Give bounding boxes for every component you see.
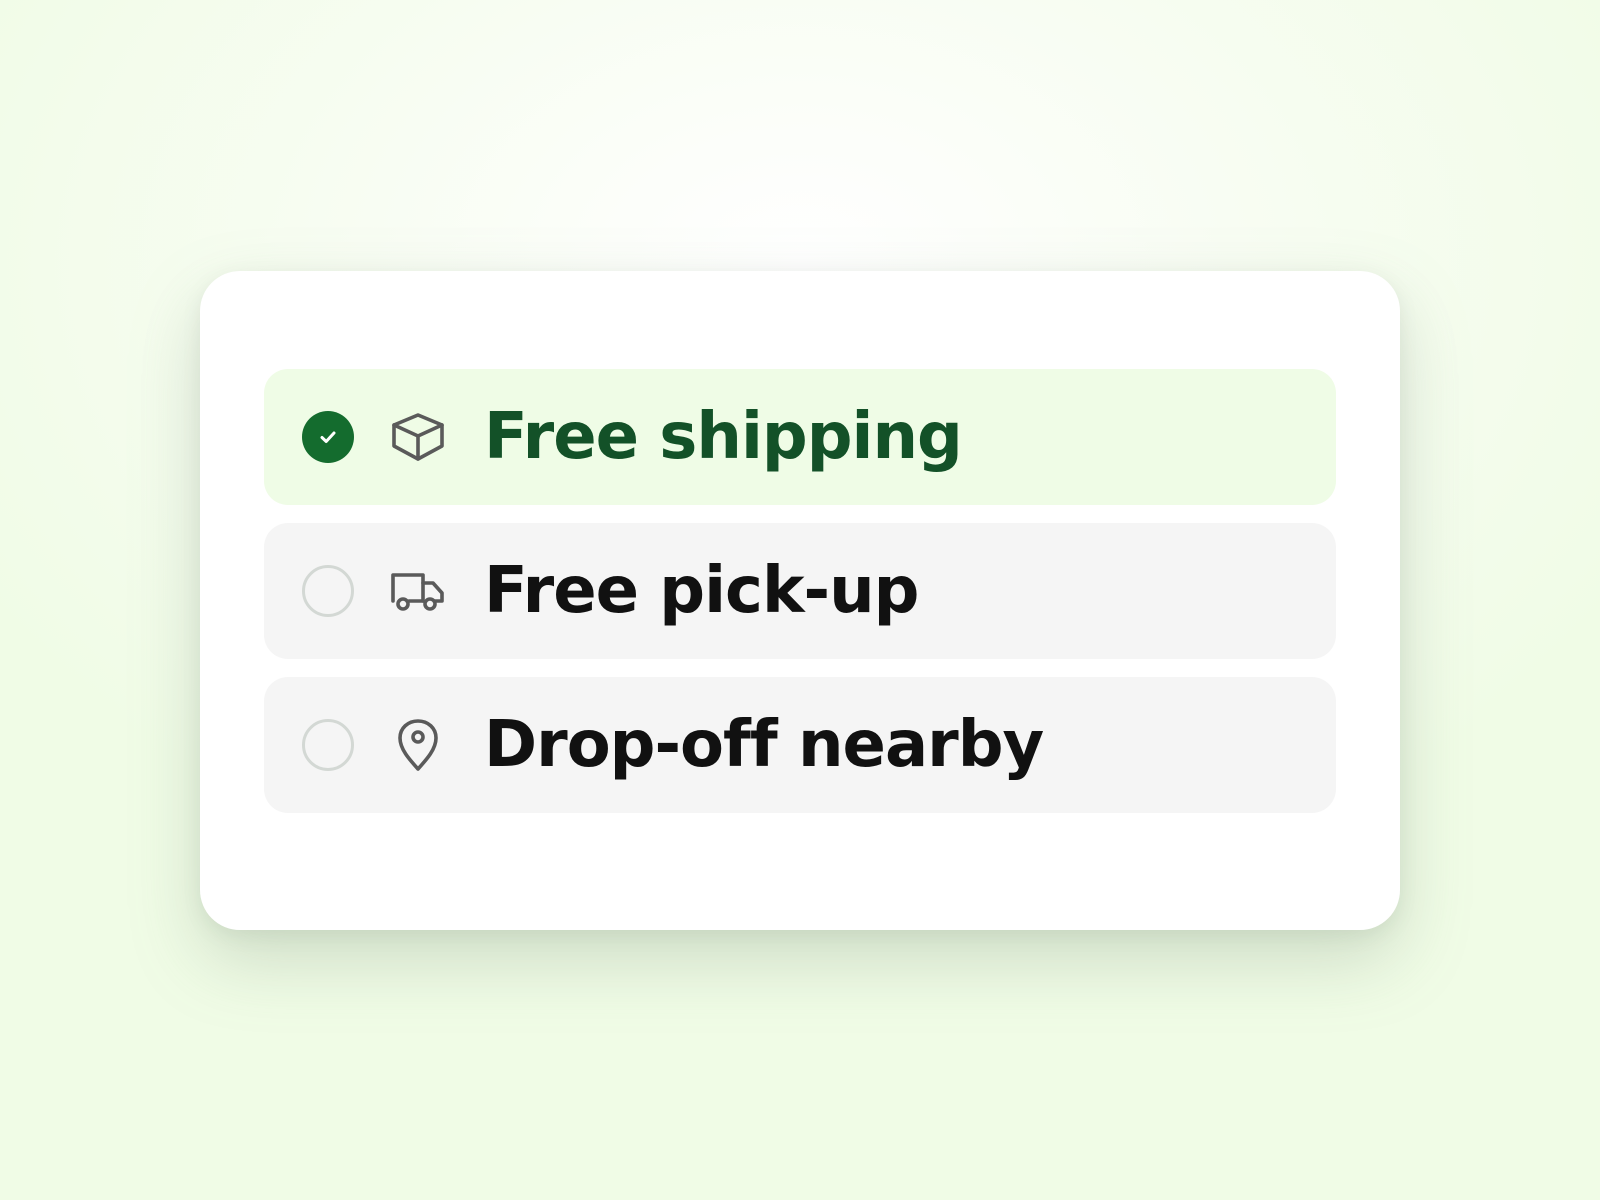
option-label: Free pick-up <box>484 554 919 628</box>
shipping-options-list: Free shipping Free pick-up Drop-off near… <box>264 369 1336 831</box>
truck-icon <box>388 561 448 621</box>
option-label: Free shipping <box>484 400 963 474</box>
shipping-options-card: Free shipping Free pick-up Drop-off near… <box>200 271 1400 930</box>
box-icon <box>388 407 448 467</box>
option-drop-off-nearby[interactable]: Drop-off nearby <box>264 677 1336 813</box>
option-free-shipping[interactable]: Free shipping <box>264 369 1336 505</box>
checkmark-icon <box>320 431 336 443</box>
map-pin-icon <box>388 715 448 775</box>
option-free-pick-up[interactable]: Free pick-up <box>264 523 1336 659</box>
option-label: Drop-off nearby <box>484 708 1044 782</box>
radio-unchecked[interactable] <box>302 719 354 771</box>
radio-checked[interactable] <box>302 411 354 463</box>
radio-unchecked[interactable] <box>302 565 354 617</box>
